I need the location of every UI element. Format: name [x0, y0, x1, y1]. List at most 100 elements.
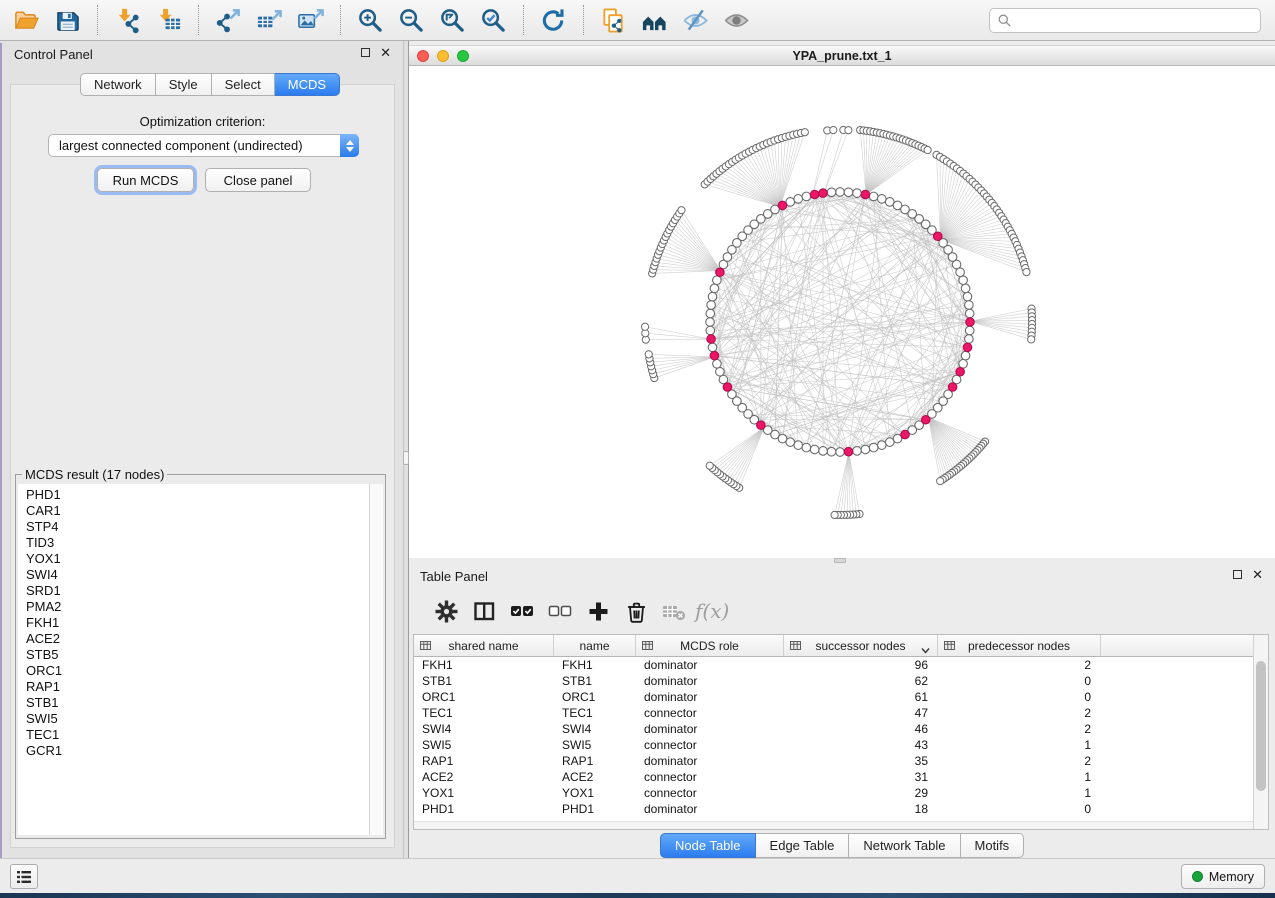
network-node[interactable]: [831, 511, 838, 518]
select-all-checkboxes-button[interactable]: [505, 594, 539, 628]
column-header-successor-nodes[interactable]: successor nodes: [784, 635, 938, 656]
mcds-result-item[interactable]: STB5: [26, 647, 369, 663]
first-neighbors-button[interactable]: [634, 3, 675, 37]
network-node[interactable]: [885, 438, 894, 447]
network-node-selected[interactable]: [716, 268, 725, 277]
network-node[interactable]: [713, 276, 722, 285]
network-node[interactable]: [713, 359, 722, 368]
network-node[interactable]: [844, 188, 853, 197]
network-node[interactable]: [961, 284, 970, 293]
network-node[interactable]: [802, 443, 811, 452]
table-row[interactable]: SWI5SWI5connector431: [414, 737, 1253, 753]
network-node-selected[interactable]: [810, 190, 819, 199]
task-history-button[interactable]: [10, 864, 38, 889]
criterion-dropdown[interactable]: largest connected component (undirected): [48, 134, 359, 157]
network-node[interactable]: [708, 292, 717, 301]
tab-motifs[interactable]: Motifs: [961, 833, 1025, 858]
float-panel-icon[interactable]: [1233, 570, 1242, 579]
network-node[interactable]: [877, 441, 886, 450]
mcds-result-item[interactable]: YOX1: [26, 551, 369, 567]
network-node-selected[interactable]: [723, 383, 732, 392]
column-header-predecessor-nodes[interactable]: predecessor nodes: [938, 635, 1101, 656]
table-row[interactable]: STB1STB1dominator620: [414, 673, 1253, 689]
network-node-selected[interactable]: [963, 343, 972, 352]
column-header-shared-name[interactable]: shared name: [414, 635, 554, 656]
network-graph[interactable]: [409, 66, 1275, 558]
run-mcds-button[interactable]: Run MCDS: [97, 168, 194, 192]
zoom-fit-button[interactable]: [432, 3, 473, 37]
column-header-name[interactable]: name: [554, 635, 636, 656]
table-row[interactable]: YOX1YOX1connector291: [414, 785, 1253, 801]
tab-select[interactable]: Select: [212, 73, 275, 96]
open-file-button[interactable]: [6, 3, 47, 37]
export-network-button[interactable]: [208, 3, 249, 37]
network-node[interactable]: [965, 309, 974, 318]
table-vertical-scrollbar[interactable]: [1253, 635, 1268, 829]
network-node-selected[interactable]: [710, 351, 719, 360]
mcds-result-item[interactable]: CAR1: [26, 503, 369, 519]
network-node[interactable]: [924, 146, 931, 153]
network-node[interactable]: [959, 276, 968, 285]
splitter-grip[interactable]: [834, 558, 846, 563]
mcds-list-scrollbar[interactable]: [369, 484, 383, 835]
mcds-result-item[interactable]: FKH1: [26, 615, 369, 631]
network-node[interactable]: [706, 318, 715, 327]
network-node[interactable]: [956, 268, 965, 277]
close-panel-icon[interactable]: ✕: [380, 48, 391, 57]
network-node[interactable]: [706, 326, 715, 335]
network-node[interactable]: [853, 447, 862, 456]
import-table-button[interactable]: [148, 3, 189, 37]
show-all-button[interactable]: [716, 3, 757, 37]
close-panel-icon[interactable]: ✕: [1252, 570, 1263, 579]
table-row[interactable]: SWI4SWI4dominator462: [414, 721, 1253, 737]
table-row[interactable]: ACE2ACE2connector311: [414, 769, 1253, 785]
mcds-result-item[interactable]: ORC1: [26, 663, 369, 679]
tab-style[interactable]: Style: [156, 73, 212, 96]
network-node-selected[interactable]: [948, 383, 957, 392]
network-canvas[interactable]: [409, 66, 1275, 558]
network-node[interactable]: [1028, 336, 1035, 343]
table-row[interactable]: PHD1PHD1dominator180: [414, 801, 1253, 817]
network-node-selected[interactable]: [921, 415, 930, 424]
network-node[interactable]: [869, 192, 878, 201]
table-horizontal-scrollbar[interactable]: [414, 821, 1253, 829]
network-node[interactable]: [801, 129, 808, 136]
network-node[interactable]: [802, 192, 811, 201]
network-node-selected[interactable]: [778, 201, 787, 210]
hide-selected-button[interactable]: [675, 3, 716, 37]
mcds-result-item[interactable]: TEC1: [26, 727, 369, 743]
network-node-selected[interactable]: [861, 190, 870, 199]
mcds-result-item[interactable]: SWI4: [26, 567, 369, 583]
network-node[interactable]: [877, 195, 886, 204]
network-node-selected[interactable]: [901, 430, 910, 439]
network-node[interactable]: [845, 127, 852, 134]
zoom-out-button[interactable]: [391, 3, 432, 37]
zoom-selected-button[interactable]: [473, 3, 514, 37]
network-node[interactable]: [827, 188, 836, 197]
zoom-in-button[interactable]: [350, 3, 391, 37]
mcds-result-item[interactable]: TID3: [26, 535, 369, 551]
search-input[interactable]: [1017, 13, 1252, 28]
tab-edge-table[interactable]: Edge Table: [756, 833, 850, 858]
float-panel-icon[interactable]: [361, 48, 370, 57]
network-node[interactable]: [706, 309, 715, 318]
network-node[interactable]: [641, 323, 648, 330]
network-node[interactable]: [836, 188, 845, 197]
network-node[interactable]: [819, 447, 828, 456]
table-row[interactable]: RAP1RAP1dominator352: [414, 753, 1253, 769]
network-node[interactable]: [937, 477, 944, 484]
network-node[interactable]: [853, 189, 862, 198]
add-column-button[interactable]: [581, 594, 615, 628]
network-node-selected[interactable]: [966, 318, 975, 327]
new-network-from-selection-button[interactable]: [593, 3, 634, 37]
tab-network[interactable]: Network: [80, 73, 156, 96]
network-node[interactable]: [794, 441, 803, 450]
split-panel-button[interactable]: [467, 594, 501, 628]
mcds-result-item[interactable]: GCR1: [26, 743, 369, 759]
network-node[interactable]: [963, 292, 972, 301]
table-row[interactable]: TEC1TEC1connector472: [414, 705, 1253, 721]
network-node[interactable]: [965, 301, 974, 310]
network-node[interactable]: [965, 326, 974, 335]
close-panel-button[interactable]: Close panel: [205, 168, 311, 192]
network-node-selected[interactable]: [707, 335, 716, 344]
